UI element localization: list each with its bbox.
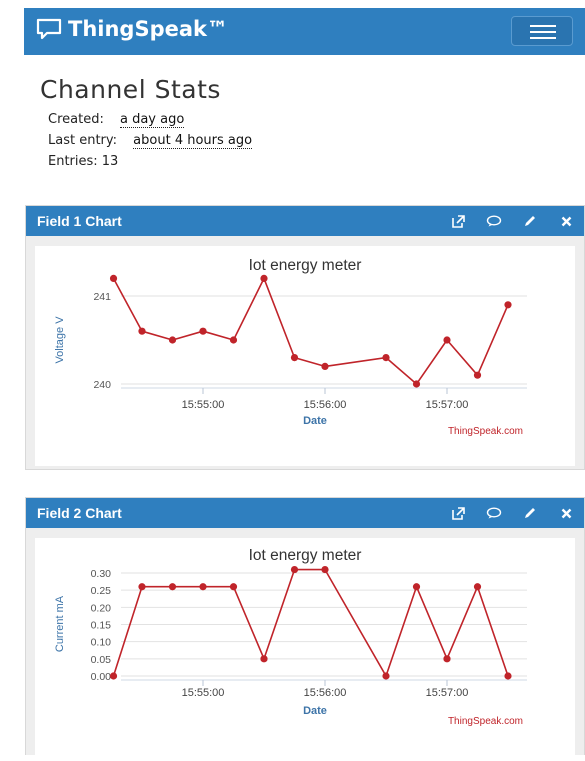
x-tick-label: 15:57:00 <box>426 687 469 699</box>
data-point <box>260 274 268 282</box>
chart-title: Iot energy meter <box>249 257 362 274</box>
y-tick-label: 241 <box>93 291 111 303</box>
data-point <box>260 655 268 663</box>
hamburger-icon-bar <box>530 37 556 39</box>
created-label: Created: <box>48 112 104 127</box>
data-point <box>382 354 390 362</box>
page-title: Channel Stats <box>40 75 221 104</box>
field-2-chart-panel: Field 2 Chart 0.00 0.05 0.10 0.15 0.20 0.25 0.… <box>25 497 585 756</box>
brand-name: ThingSpeak™ <box>68 17 228 41</box>
x-tick-label: 15:57:00 <box>426 399 469 411</box>
data-point <box>229 336 238 344</box>
y-axis-label: Current mA <box>54 595 66 652</box>
top-navbar: ThingSpeak™ <box>24 8 585 55</box>
y-tick-label: 0.05 <box>91 654 112 666</box>
close-icon[interactable] <box>548 206 584 236</box>
data-point <box>109 672 118 680</box>
last-entry-row: Last entry: about 4 hours ago <box>48 133 253 149</box>
chat-bubble-icon <box>36 18 62 40</box>
y-axis-label: Voltage V <box>54 316 66 364</box>
data-point <box>321 362 329 370</box>
field-1-line-chart: 240 241 15:55:00 15:56:00 15:57:00 Iot energy… <box>54 257 527 437</box>
x-tick-label: 15:55:00 <box>182 399 225 411</box>
x-tick-label: 15:55:00 <box>182 687 225 699</box>
panel-header: Field 2 Chart <box>26 498 584 528</box>
last-entry-label: Last entry: <box>48 133 118 148</box>
created-value: a day ago <box>119 112 185 128</box>
comment-icon[interactable] <box>476 206 512 236</box>
data-point <box>168 583 177 591</box>
panel-toolbar <box>440 498 584 528</box>
hamburger-icon-bar <box>530 25 556 27</box>
open-external-icon[interactable] <box>440 498 476 528</box>
chart-credit: ThingSpeak.com <box>448 426 523 437</box>
x-tick-label: 15:56:00 <box>304 687 347 699</box>
data-point <box>443 655 451 663</box>
y-tick-label: 0.00 <box>91 671 112 683</box>
open-external-icon[interactable] <box>440 206 476 236</box>
data-point <box>473 583 482 591</box>
chart-credit: ThingSpeak.com <box>448 716 523 727</box>
edit-pencil-icon[interactable] <box>512 498 548 528</box>
comment-icon[interactable] <box>476 498 512 528</box>
data-point <box>290 354 299 362</box>
data-point <box>504 672 512 680</box>
data-point <box>290 565 299 574</box>
data-point <box>321 565 329 574</box>
y-tick-label: 0.25 <box>91 585 112 597</box>
brand-logo[interactable]: ThingSpeak™ <box>36 17 228 41</box>
y-tick-label: 0.20 <box>91 602 112 614</box>
series-line <box>112 277 509 385</box>
field-2-chart-area: 0.00 0.05 0.10 0.15 0.20 0.25 0.30 15:55:00 15:5… <box>35 538 575 756</box>
x-axis-label: Date <box>303 415 327 427</box>
panel-toolbar <box>440 206 584 236</box>
field-1-chart-panel: Field 1 Chart 240 241 15:55:00 15:56:00 15:5… <box>25 205 585 470</box>
panel-title: Field 1 Chart <box>37 213 122 229</box>
data-point <box>412 380 421 388</box>
field-1-chart-area: 240 241 15:55:00 15:56:00 15:57:00 Iot energy… <box>35 246 575 466</box>
hamburger-icon-bar <box>530 31 556 33</box>
x-axis-label: Date <box>303 705 327 717</box>
data-point <box>199 583 207 591</box>
panel-header: Field 1 Chart <box>26 206 584 236</box>
data-point <box>382 672 390 680</box>
edit-pencil-icon[interactable] <box>512 206 548 236</box>
data-point <box>168 336 177 344</box>
entries-count: Entries: 13 <box>48 154 119 169</box>
hamburger-menu-button[interactable] <box>511 16 573 46</box>
data-point <box>473 371 482 379</box>
panel-title: Field 2 Chart <box>37 505 122 521</box>
y-tick-label: 0.30 <box>91 568 112 580</box>
field-2-line-chart: 0.00 0.05 0.10 0.15 0.20 0.25 0.30 15:55:00 15:5… <box>54 547 527 727</box>
y-tick-label: 0.15 <box>91 620 112 632</box>
data-point <box>138 583 146 591</box>
chart-title: Iot energy meter <box>249 547 362 564</box>
data-point <box>412 583 421 591</box>
created-row: Created: a day ago <box>48 112 185 128</box>
close-icon[interactable] <box>548 498 584 528</box>
data-point <box>199 327 207 335</box>
data-point <box>504 301 512 309</box>
x-tick-label: 15:56:00 <box>304 399 347 411</box>
data-point <box>443 336 451 344</box>
data-point <box>138 327 146 335</box>
y-tick-label: 0.10 <box>91 637 112 649</box>
data-point <box>229 583 238 591</box>
y-tick-label: 240 <box>93 379 111 391</box>
data-point <box>109 274 118 282</box>
last-entry-value: about 4 hours ago <box>133 133 253 149</box>
